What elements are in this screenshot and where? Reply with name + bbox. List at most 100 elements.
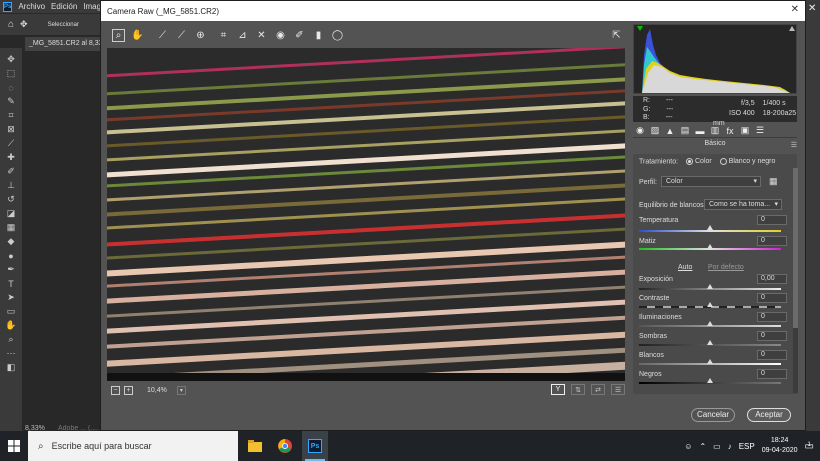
treatment-bw-radio[interactable]: Blanco y negro: [719, 158, 775, 165]
pen-tool-icon[interactable]: ✒: [4, 264, 18, 275]
close-icon[interactable]: ✕: [791, 4, 799, 15]
frame-tool-icon[interactable]: ⊠: [4, 124, 18, 135]
spot-removal-tool-icon[interactable]: ✕: [255, 29, 268, 42]
auto-button[interactable]: Auto: [678, 264, 692, 271]
copy-settings-icon[interactable]: ⇄: [591, 384, 605, 395]
before-after-toggle[interactable]: Y: [551, 384, 565, 395]
healing-tool-icon[interactable]: ✚: [4, 152, 18, 163]
red-eye-tool-icon[interactable]: ◉: [274, 29, 287, 42]
lasso-tool-icon[interactable]: ◌: [4, 82, 18, 93]
windows-start-icon[interactable]: [0, 431, 28, 461]
whites-thumb[interactable]: [707, 359, 713, 364]
tab-split-toning-icon[interactable]: ▬: [695, 126, 705, 136]
scrollbar-thumb[interactable]: [793, 168, 798, 328]
shape-tool-icon[interactable]: ▭: [4, 306, 18, 317]
wb-select[interactable]: Como se ha toma... ▾: [704, 199, 782, 210]
tab-hsl-icon[interactable]: ▤: [680, 125, 690, 136]
hand-tool-icon[interactable]: ✋: [4, 320, 18, 331]
tint-thumb[interactable]: [707, 244, 713, 249]
highlights-value[interactable]: 0: [757, 312, 787, 322]
cancel-button[interactable]: Cancelar: [691, 408, 735, 422]
temperature-thumb[interactable]: [707, 225, 713, 230]
more-tools-icon[interactable]: ⋯: [4, 348, 18, 359]
person-icon[interactable]: ☺: [684, 442, 692, 451]
tab-effects-icon[interactable]: fx: [725, 126, 735, 136]
file-explorer-icon[interactable]: [242, 431, 268, 461]
crop-tool-icon[interactable]: ⌗: [217, 29, 230, 42]
move-tool-icon[interactable]: ✥: [20, 19, 28, 30]
photoshop-taskbar-icon[interactable]: Ps: [302, 431, 328, 461]
path-select-tool-icon[interactable]: ➤: [4, 292, 18, 303]
tab-tone-curve-icon[interactable]: ▨: [650, 125, 660, 136]
targeted-adjustment-tool-icon[interactable]: ⊕: [194, 29, 207, 42]
language-indicator[interactable]: ESP: [739, 442, 755, 451]
menu-archivo[interactable]: Archivo: [18, 2, 45, 11]
panel-scrollbar[interactable]: [793, 168, 798, 393]
tab-lens-icon[interactable]: ▥: [710, 125, 720, 136]
zoom-in-button[interactable]: +: [124, 385, 133, 395]
blur-tool-icon[interactable]: ◆: [4, 236, 18, 247]
adjustment-brush-icon[interactable]: ✐: [293, 29, 306, 42]
tab-presets-icon[interactable]: ☰: [755, 125, 765, 136]
clock[interactable]: 18:24 09-04-2020: [762, 436, 798, 456]
color-swatches-icon[interactable]: ◧: [4, 362, 18, 373]
zoom-dropdown-icon[interactable]: ▾: [176, 385, 186, 395]
brush-tool-icon[interactable]: ✐: [4, 166, 18, 177]
gradient-tool-icon[interactable]: ▦: [4, 222, 18, 233]
zoom-tool-icon[interactable]: ⌕: [112, 28, 125, 42]
eraser-tool-icon[interactable]: ◪: [4, 208, 18, 219]
shadows-thumb[interactable]: [707, 340, 713, 345]
network-icon[interactable]: ▭: [713, 442, 721, 451]
graduated-filter-icon[interactable]: ▮: [312, 29, 325, 42]
color-sampler-tool-icon[interactable]: ⟋: [175, 29, 188, 42]
zoom-out-button[interactable]: −: [111, 385, 120, 395]
exposure-value[interactable]: 0,00: [757, 274, 787, 284]
blacks-thumb[interactable]: [707, 378, 713, 383]
notification-icon[interactable]: ▭ 1: [805, 441, 814, 452]
tint-value[interactable]: 0: [757, 236, 787, 246]
shadows-value[interactable]: 0: [757, 331, 787, 341]
home-icon[interactable]: ⌂: [8, 19, 14, 30]
eyedropper-tool-icon[interactable]: ⟋: [4, 138, 18, 149]
profile-select[interactable]: Color ▾: [661, 176, 761, 187]
hand-tool-icon[interactable]: ✋: [131, 29, 144, 42]
crop-tool-icon[interactable]: ⌗: [4, 110, 18, 121]
accept-button[interactable]: Aceptar: [747, 408, 791, 422]
tab-calibration-icon[interactable]: ▣: [740, 125, 750, 136]
taskbar-search[interactable]: ⌕ Escribe aquí para buscar: [28, 431, 238, 461]
zoom-tool-icon[interactable]: ⌕: [4, 334, 18, 345]
contrast-value[interactable]: 0: [757, 293, 787, 303]
white-balance-tool-icon[interactable]: ⟋: [156, 29, 169, 42]
tab-basic-icon[interactable]: ◉: [635, 125, 645, 136]
stamp-tool-icon[interactable]: ⊥: [4, 180, 18, 191]
menu-edicion[interactable]: Edición: [51, 2, 77, 11]
contrast-thumb[interactable]: [707, 302, 713, 307]
open-preferences-icon[interactable]: ⇱: [610, 29, 623, 42]
toggle-default-icon[interactable]: ☰: [611, 384, 625, 395]
close-icon[interactable]: ✕: [808, 3, 816, 14]
marquee-tool-icon[interactable]: ⬚: [4, 68, 18, 79]
radial-filter-icon[interactable]: ◯: [331, 29, 344, 42]
image-preview[interactable]: [107, 48, 625, 381]
straighten-tool-icon[interactable]: ⊿: [236, 29, 249, 42]
whites-value[interactable]: 0: [757, 350, 787, 360]
quick-select-tool-icon[interactable]: ✎: [4, 96, 18, 107]
temperature-value[interactable]: 0: [757, 215, 787, 225]
menu-imagen[interactable]: Imag: [83, 2, 101, 11]
profile-browser-icon[interactable]: ▦: [769, 176, 778, 187]
highlights-thumb[interactable]: [707, 321, 713, 326]
volume-icon[interactable]: ♪: [728, 442, 732, 451]
chevron-up-icon[interactable]: ⌃: [699, 442, 706, 451]
temperature-slider[interactable]: [639, 230, 781, 232]
swap-settings-icon[interactable]: ⇅: [571, 384, 585, 395]
treatment-color-radio[interactable]: Color: [686, 158, 712, 165]
document-tab[interactable]: _MG_5851.CR2 al 8,33: [25, 37, 100, 51]
chrome-icon[interactable]: [272, 431, 298, 461]
history-brush-tool-icon[interactable]: ↺: [4, 194, 18, 205]
type-tool-icon[interactable]: T: [4, 278, 18, 289]
move-tool-icon[interactable]: ✥: [4, 54, 18, 65]
tab-detail-icon[interactable]: ▲: [665, 126, 675, 136]
dodge-tool-icon[interactable]: ●: [4, 250, 18, 261]
blacks-value[interactable]: 0: [757, 369, 787, 379]
exposure-thumb[interactable]: [707, 284, 713, 289]
